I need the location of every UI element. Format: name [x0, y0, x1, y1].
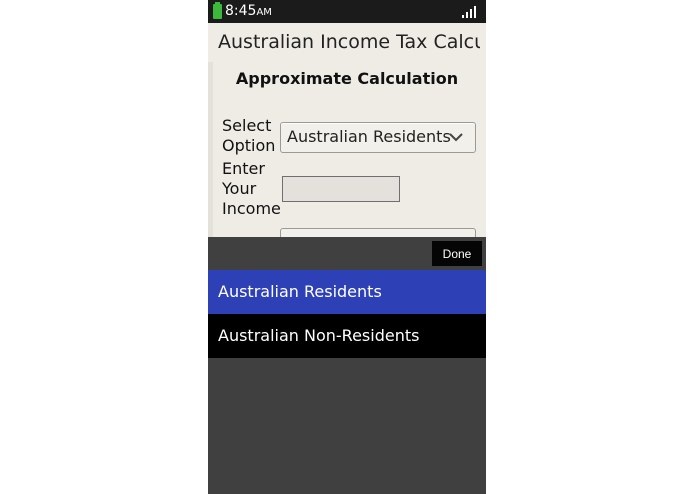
picker-option-non-residents[interactable]: Australian Non-Residents [208, 314, 486, 358]
select-option-label-line2: Option [222, 136, 276, 155]
app-title: Australian Income Tax Calcu... [218, 31, 480, 53]
income-label-line3: Income [222, 199, 281, 218]
select-option-label: Select Option [222, 116, 282, 156]
title-bar: Australian Income Tax Calcu... [208, 23, 486, 62]
done-button[interactable]: Done [432, 241, 482, 266]
picker-toolbar: Done [208, 237, 486, 270]
income-label-line2: Your [222, 179, 257, 198]
status-time: 8:45AM [225, 2, 272, 22]
chevron-down-icon [449, 133, 463, 142]
income-label-line1: Enter [222, 159, 265, 178]
option-picker: Done Australian Residents Australian Non… [208, 237, 486, 494]
next-field-partial[interactable] [280, 228, 476, 237]
battery-icon [213, 2, 222, 19]
select-option-label-line1: Select [222, 116, 272, 135]
status-time-ampm: AM [256, 7, 272, 18]
income-label: Enter Your Income [222, 159, 282, 219]
residency-select-value: Australian Residents [287, 127, 451, 146]
picker-option-residents[interactable]: Australian Residents [208, 270, 486, 314]
status-bar: 8:45AM [208, 0, 486, 23]
income-input[interactable] [282, 176, 400, 202]
signal-icon [462, 6, 478, 18]
status-time-value: 8:45 [225, 3, 257, 19]
form-heading: Approximate Calculation [235, 69, 459, 88]
residency-select[interactable]: Australian Residents [280, 122, 476, 153]
form-area: Approximate Calculation Select Option Au… [208, 62, 486, 237]
phone-screen: 8:45AM Australian Income Tax Calcu... Ap… [208, 0, 486, 494]
